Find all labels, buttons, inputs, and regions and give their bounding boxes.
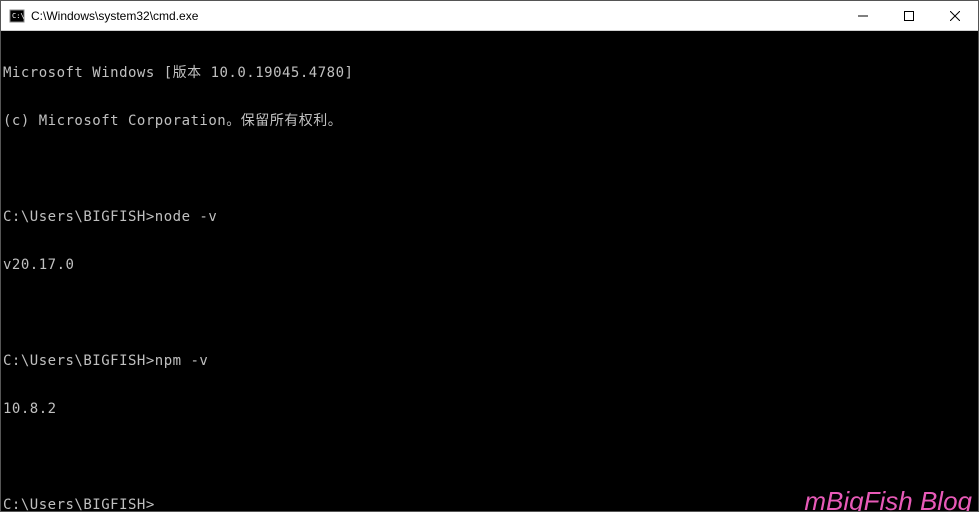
terminal-line: C:\Users\BIGFISH>: [3, 497, 978, 511]
cmd-icon: C:\: [9, 8, 25, 24]
svg-text:C:\: C:\: [12, 12, 25, 20]
terminal-line: [3, 305, 978, 321]
terminal-area[interactable]: Microsoft Windows [版本 10.0.19045.4780] (…: [1, 31, 978, 511]
terminal-line: 10.8.2: [3, 401, 978, 417]
terminal-line: [3, 161, 978, 177]
cmd-window: C:\ C:\Windows\system32\cmd.exe Microsof…: [0, 0, 979, 512]
window-title: C:\Windows\system32\cmd.exe: [31, 9, 840, 23]
minimize-button[interactable]: [840, 1, 886, 30]
terminal-line: [3, 449, 978, 465]
close-button[interactable]: [932, 1, 978, 30]
maximize-button[interactable]: [886, 1, 932, 30]
terminal-line: Microsoft Windows [版本 10.0.19045.4780]: [3, 65, 978, 81]
titlebar[interactable]: C:\ C:\Windows\system32\cmd.exe: [1, 1, 978, 31]
terminal-line: C:\Users\BIGFISH>npm -v: [3, 353, 978, 369]
terminal-line: v20.17.0: [3, 257, 978, 273]
caption-buttons: [840, 1, 978, 30]
terminal-line: (c) Microsoft Corporation。保留所有权利。: [3, 113, 978, 129]
terminal-line: C:\Users\BIGFISH>node -v: [3, 209, 978, 225]
